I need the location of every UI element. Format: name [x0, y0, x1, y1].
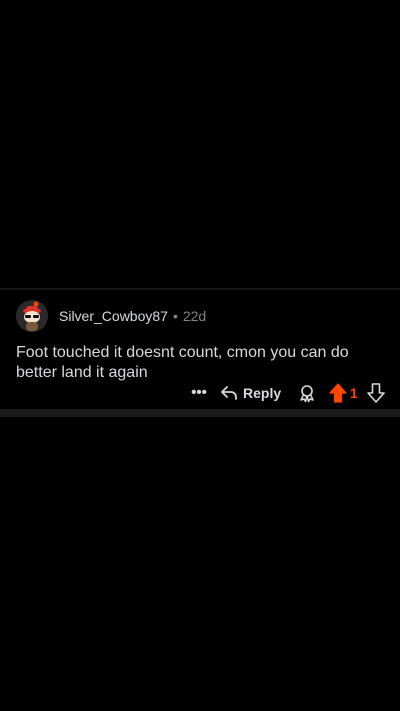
username[interactable]: Silver_Cowboy87	[59, 308, 168, 324]
reply-arrow-icon	[221, 386, 237, 400]
comment-meta: Silver_Cowboy87 • 22d	[59, 308, 206, 324]
comment-card: Silver_Cowboy87 • 22d Foot touched it does…	[0, 290, 400, 409]
reply-button[interactable]: Reply	[220, 381, 281, 405]
comment-body: Foot touched it doesnt count, cmon you c…	[16, 344, 349, 381]
comment-age: 22d	[182, 308, 207, 324]
award-icon	[300, 385, 314, 403]
award-button[interactable]	[297, 383, 317, 403]
bottom-divider	[0, 409, 400, 417]
vote-count: 1	[350, 385, 358, 401]
more-options-button[interactable]: •••	[190, 383, 208, 403]
downvote-button[interactable]	[366, 382, 386, 404]
more-options-icon: •••	[191, 384, 207, 401]
downvote-arrow-icon	[367, 383, 385, 403]
meta-separator: •	[172, 308, 178, 324]
snoo-avatar-icon	[16, 300, 48, 332]
reply-label: Reply	[243, 385, 282, 401]
upvote-button[interactable]	[328, 382, 348, 404]
comment-actions: ••• Reply 1	[0, 381, 400, 405]
user-avatar[interactable]	[16, 300, 48, 332]
upvote-arrow-icon	[329, 383, 347, 403]
